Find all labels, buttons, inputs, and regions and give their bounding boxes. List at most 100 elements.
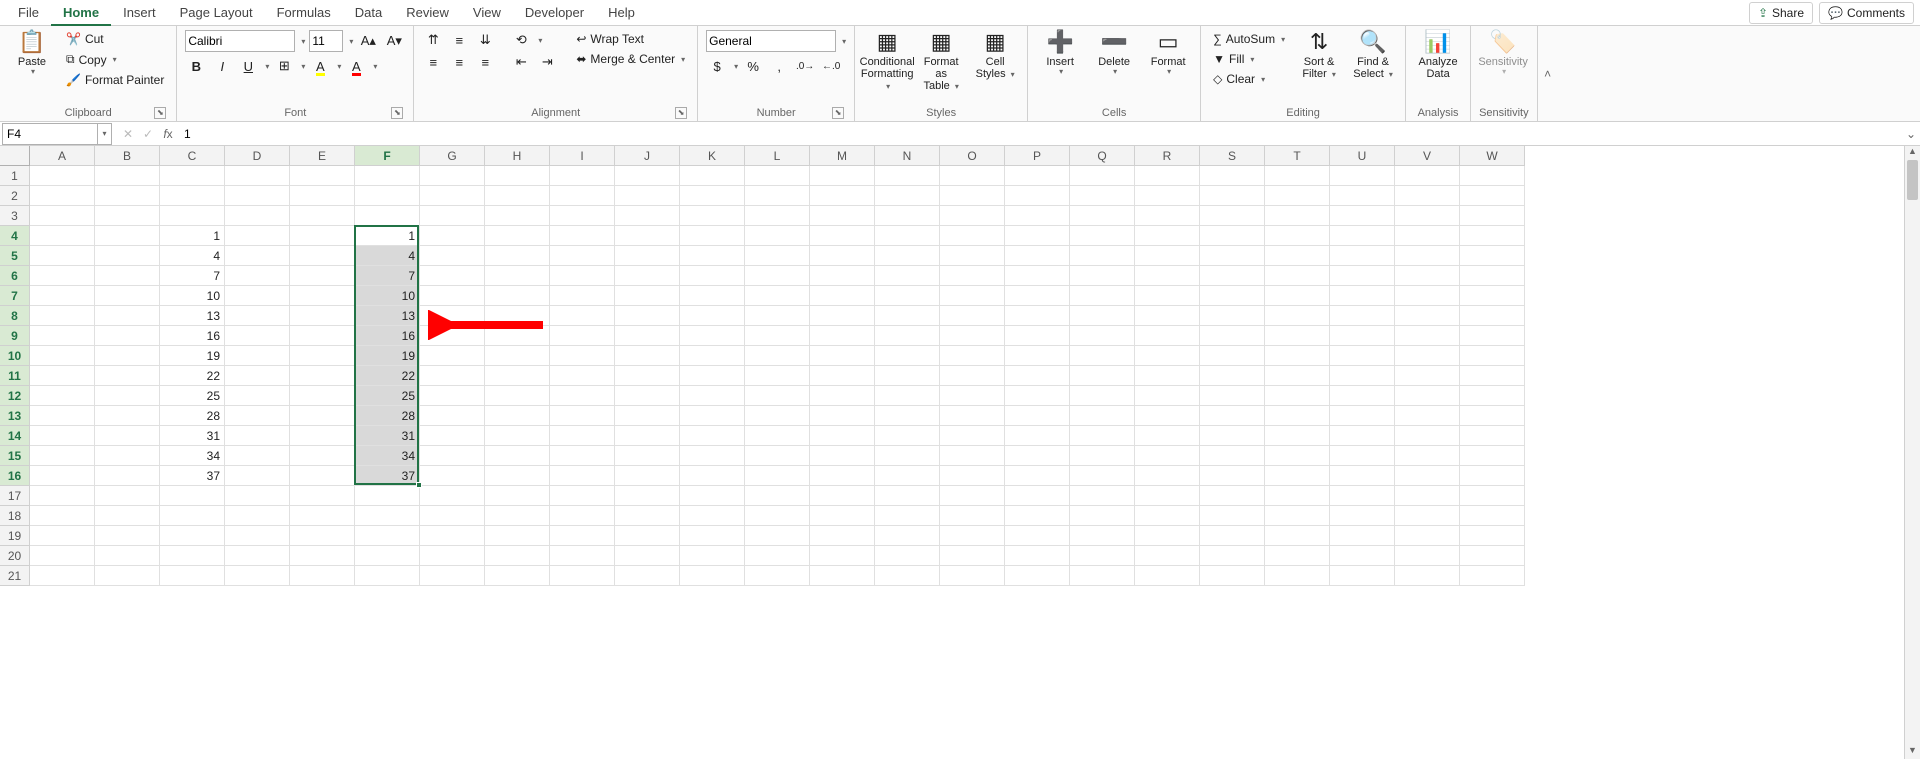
- column-header[interactable]: E: [290, 146, 355, 166]
- cell[interactable]: [550, 166, 615, 186]
- cell[interactable]: 7: [355, 266, 420, 286]
- cell[interactable]: [420, 426, 485, 446]
- paste-button[interactable]: 📋 Paste ▾: [8, 30, 56, 77]
- clear-button[interactable]: ◇ Clear ▾: [1209, 70, 1289, 88]
- cell[interactable]: [615, 566, 680, 586]
- cell[interactable]: [745, 166, 810, 186]
- cell[interactable]: [1265, 186, 1330, 206]
- cell[interactable]: [1135, 446, 1200, 466]
- cell[interactable]: [30, 346, 95, 366]
- cell[interactable]: [1395, 326, 1460, 346]
- row-header[interactable]: 10: [0, 346, 30, 366]
- cell[interactable]: [875, 506, 940, 526]
- cell[interactable]: [420, 306, 485, 326]
- chevron-down-icon[interactable]: ▾: [538, 36, 542, 45]
- cell[interactable]: [290, 566, 355, 586]
- cell[interactable]: [1005, 386, 1070, 406]
- cell[interactable]: [95, 526, 160, 546]
- cell[interactable]: [160, 166, 225, 186]
- column-header[interactable]: I: [550, 146, 615, 166]
- cell[interactable]: [1005, 206, 1070, 226]
- cell[interactable]: [95, 186, 160, 206]
- cell[interactable]: [355, 546, 420, 566]
- cell[interactable]: [1395, 346, 1460, 366]
- cell[interactable]: [1395, 386, 1460, 406]
- row-header[interactable]: 13: [0, 406, 30, 426]
- row-header[interactable]: 12: [0, 386, 30, 406]
- cell[interactable]: [1330, 466, 1395, 486]
- cell[interactable]: [1265, 266, 1330, 286]
- cell[interactable]: [1460, 546, 1525, 566]
- row-header[interactable]: 16: [0, 466, 30, 486]
- cell[interactable]: [1070, 346, 1135, 366]
- cell[interactable]: [1135, 346, 1200, 366]
- cell[interactable]: [290, 306, 355, 326]
- row-header[interactable]: 17: [0, 486, 30, 506]
- format-as-table-button[interactable]: ▦ Format as Table ▾: [917, 30, 965, 92]
- cell[interactable]: [745, 486, 810, 506]
- cell[interactable]: [1330, 186, 1395, 206]
- cell[interactable]: [1135, 506, 1200, 526]
- cell[interactable]: [95, 566, 160, 586]
- cell[interactable]: [1005, 426, 1070, 446]
- cell[interactable]: [810, 286, 875, 306]
- cell[interactable]: [940, 226, 1005, 246]
- cell[interactable]: [225, 566, 290, 586]
- cell[interactable]: [1135, 386, 1200, 406]
- cell[interactable]: [875, 326, 940, 346]
- cell[interactable]: [95, 306, 160, 326]
- cell[interactable]: [1460, 326, 1525, 346]
- column-header[interactable]: M: [810, 146, 875, 166]
- cell[interactable]: [680, 446, 745, 466]
- cell[interactable]: [615, 186, 680, 206]
- cell[interactable]: [1265, 226, 1330, 246]
- column-header[interactable]: P: [1005, 146, 1070, 166]
- scroll-thumb[interactable]: [1907, 160, 1918, 200]
- cell[interactable]: [940, 426, 1005, 446]
- increase-decimal-icon[interactable]: .0→: [794, 56, 816, 76]
- cell[interactable]: [550, 266, 615, 286]
- cell[interactable]: [1460, 166, 1525, 186]
- chevron-down-icon[interactable]: ▾: [337, 62, 341, 71]
- cell[interactable]: [1265, 426, 1330, 446]
- cell[interactable]: 10: [160, 286, 225, 306]
- cell[interactable]: [875, 466, 940, 486]
- cell[interactable]: [1200, 566, 1265, 586]
- cell[interactable]: [290, 426, 355, 446]
- cell[interactable]: [420, 366, 485, 386]
- cell[interactable]: [1330, 366, 1395, 386]
- cell[interactable]: [420, 346, 485, 366]
- align-top-icon[interactable]: ⇈: [422, 30, 444, 50]
- cell[interactable]: [1330, 246, 1395, 266]
- font-name-combo[interactable]: [185, 30, 295, 52]
- cell[interactable]: [1200, 446, 1265, 466]
- cell[interactable]: [550, 206, 615, 226]
- cell[interactable]: [290, 546, 355, 566]
- cell[interactable]: [420, 286, 485, 306]
- cell[interactable]: [355, 206, 420, 226]
- cell[interactable]: [290, 266, 355, 286]
- cell[interactable]: [355, 526, 420, 546]
- cell[interactable]: [680, 306, 745, 326]
- row-header[interactable]: 1: [0, 166, 30, 186]
- cell[interactable]: [95, 326, 160, 346]
- sensitivity-button[interactable]: 🏷️ Sensitivity ▾: [1479, 30, 1527, 77]
- cell[interactable]: [550, 446, 615, 466]
- cell[interactable]: [225, 406, 290, 426]
- cell[interactable]: [485, 406, 550, 426]
- cell[interactable]: [550, 406, 615, 426]
- cell[interactable]: [1070, 186, 1135, 206]
- cell[interactable]: [1070, 246, 1135, 266]
- cell[interactable]: [1005, 486, 1070, 506]
- cell[interactable]: [1200, 406, 1265, 426]
- cell[interactable]: [1005, 526, 1070, 546]
- cell[interactable]: [1135, 466, 1200, 486]
- cell[interactable]: [1200, 206, 1265, 226]
- cell[interactable]: [485, 506, 550, 526]
- cell[interactable]: [160, 186, 225, 206]
- cell[interactable]: 37: [160, 466, 225, 486]
- chevron-down-icon[interactable]: ▾: [265, 62, 269, 71]
- cell[interactable]: [420, 166, 485, 186]
- cell[interactable]: [1200, 246, 1265, 266]
- cell[interactable]: [810, 206, 875, 226]
